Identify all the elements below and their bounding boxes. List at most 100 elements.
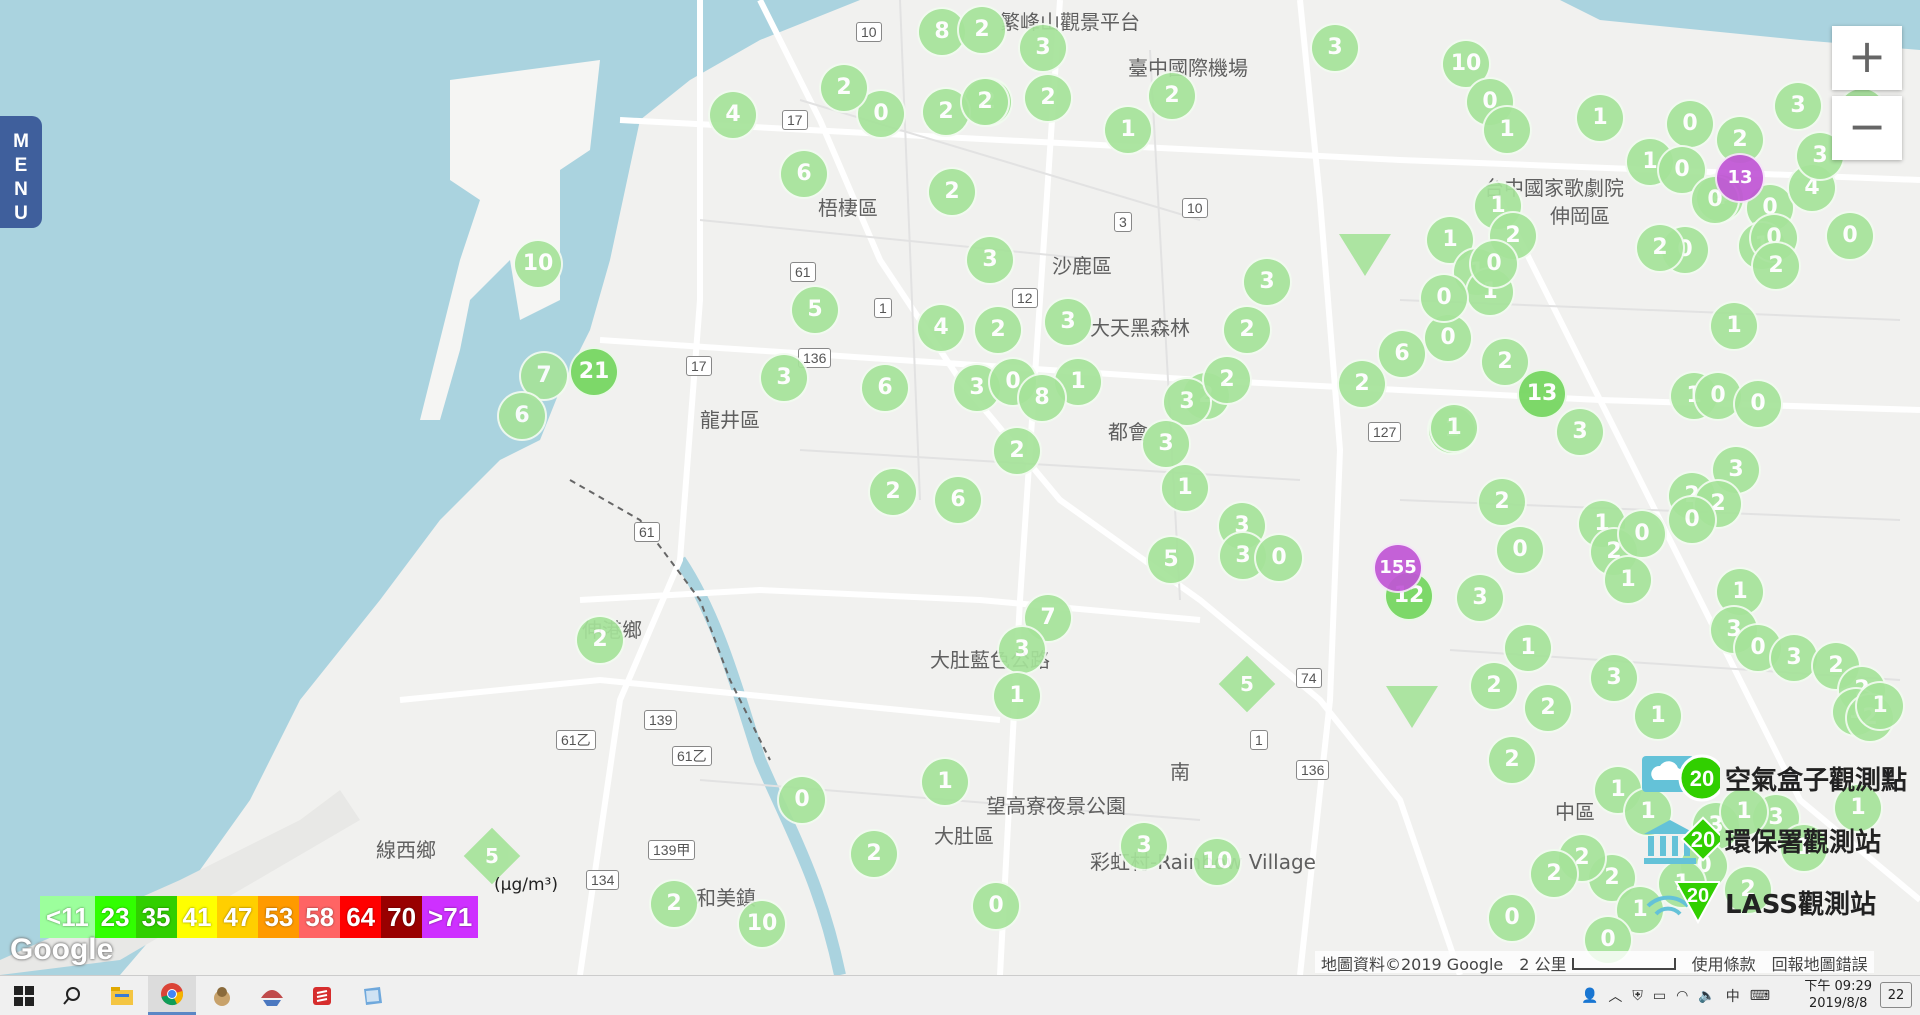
app-icon[interactable]	[248, 976, 296, 1015]
sensor-marker[interactable]: 6	[1377, 329, 1427, 379]
clock[interactable]: 下午 09:29 2019/8/8	[1804, 978, 1872, 1012]
sensor-marker[interactable]: 2	[1202, 355, 1252, 405]
sensor-marker[interactable]: 0	[1665, 99, 1715, 149]
sensor-marker[interactable]: 3	[997, 625, 1047, 675]
sensor-marker[interactable]: 3	[1589, 653, 1639, 703]
sensor-marker[interactable]: 2	[649, 879, 699, 929]
sensor-marker[interactable]: 6	[497, 391, 547, 441]
sensor-marker[interactable]: 3	[1555, 407, 1605, 457]
battery-icon[interactable]: ▭	[1653, 988, 1666, 1004]
lass-station-marker[interactable]	[1386, 686, 1438, 728]
sensor-marker[interactable]: 2	[927, 167, 977, 217]
sensor-marker[interactable]: 2	[1635, 223, 1685, 273]
sensor-marker[interactable]: 2	[1480, 337, 1530, 387]
sensor-marker[interactable]: 6	[860, 363, 910, 413]
sensor-marker[interactable]: 2	[957, 5, 1007, 55]
sensor-marker[interactable]: 5	[1146, 535, 1196, 585]
sensor-marker[interactable]: 2	[1477, 477, 1527, 527]
menu-button[interactable]: MENU	[0, 116, 42, 228]
sensor-marker[interactable]: 0	[1733, 379, 1783, 429]
app-icon[interactable]	[198, 976, 246, 1015]
sensor-marker[interactable]: 1	[1160, 463, 1210, 513]
sensor-marker[interactable]: 3	[1455, 573, 1505, 623]
sensor-marker[interactable]: 2	[992, 426, 1042, 476]
sensor-marker[interactable]: 3	[1018, 23, 1068, 73]
map-canvas[interactable]: 繁峰山觀景平台 臺中國際機場 梧棲區 沙鹿區 龍井區 都會 大肚藍色公路 伸港鄉…	[0, 0, 1920, 975]
sensor-marker[interactable]: 2	[1751, 241, 1801, 291]
sensor-marker[interactable]: 0	[1469, 239, 1519, 289]
sensor-marker[interactable]: 1	[992, 671, 1042, 721]
sensor-marker[interactable]: 3	[1119, 821, 1169, 871]
sensor-marker[interactable]: 1	[1429, 403, 1479, 453]
sensor-marker[interactable]: 3	[1310, 23, 1360, 73]
security-icon[interactable]: ⛨	[1632, 988, 1643, 1004]
app-icon[interactable]	[348, 976, 396, 1015]
sensor-marker[interactable]: 1	[1709, 301, 1759, 351]
search-icon[interactable]	[48, 976, 96, 1015]
keyboard-icon[interactable]: ⌨	[1750, 988, 1770, 1004]
chevron-up-icon[interactable]: ︿	[1608, 986, 1622, 1006]
sensor-marker[interactable]: 1	[1575, 93, 1625, 143]
app-icon[interactable]	[298, 976, 346, 1015]
sensor-marker[interactable]: 2	[868, 467, 918, 517]
sensor-marker[interactable]: 2	[575, 615, 625, 665]
sensor-marker[interactable]: 3	[965, 235, 1015, 285]
sensor-marker[interactable]: 3	[759, 353, 809, 403]
windows-icon[interactable]	[0, 976, 48, 1015]
sensor-marker[interactable]: 2	[973, 305, 1023, 355]
chrome-icon[interactable]	[148, 976, 196, 1015]
sensor-marker[interactable]: 2	[1487, 735, 1537, 785]
sensor-marker[interactable]: 0	[971, 881, 1021, 931]
notification-center-button[interactable]: 22	[1880, 982, 1912, 1008]
sensor-marker[interactable]: 1	[1103, 105, 1153, 155]
sensor-marker[interactable]: 10	[513, 239, 563, 289]
sensor-marker[interactable]: 2	[849, 829, 899, 879]
sensor-marker[interactable]: 2	[1147, 71, 1197, 121]
sensor-marker[interactable]: 1	[920, 757, 970, 807]
sensor-marker[interactable]: 0	[1617, 509, 1667, 559]
sensor-marker[interactable]: 10	[737, 899, 787, 949]
sensor-marker[interactable]: 1	[1503, 623, 1553, 673]
sensor-marker[interactable]: 21	[569, 347, 619, 397]
sensor-marker[interactable]: 1	[1855, 681, 1905, 731]
sensor-marker[interactable]: 2	[1469, 661, 1519, 711]
sensor-marker[interactable]: 4	[708, 90, 758, 140]
sensor-marker-high[interactable]: 155	[1373, 543, 1423, 593]
sensor-marker[interactable]: 0	[1419, 273, 1469, 323]
sensor-marker[interactable]: 3	[1242, 257, 1292, 307]
people-icon[interactable]: 👤	[1581, 988, 1598, 1004]
sensor-marker[interactable]: 2	[960, 77, 1010, 127]
sensor-marker[interactable]: 0	[1825, 211, 1875, 261]
sensor-marker[interactable]: 8	[1017, 373, 1067, 423]
sensor-marker[interactable]: 5	[790, 285, 840, 335]
terms-link[interactable]: 使用條款	[1692, 951, 1756, 974]
sensor-marker[interactable]: 0	[1254, 533, 1304, 583]
epa-station-marker[interactable]: 5	[1218, 655, 1276, 713]
sensor-marker[interactable]: 4	[916, 303, 966, 353]
file-explorer-icon[interactable]	[98, 976, 146, 1015]
sensor-marker[interactable]: 1	[1603, 555, 1653, 605]
sensor-marker[interactable]: 1	[1633, 691, 1683, 741]
sensor-marker[interactable]: 1	[1482, 105, 1532, 155]
sensor-marker[interactable]: 2	[1222, 305, 1272, 355]
sensor-marker[interactable]: 6	[779, 149, 829, 199]
sensor-marker[interactable]: 10	[1192, 837, 1242, 887]
sensor-marker[interactable]: 0	[1487, 893, 1537, 943]
sensor-marker-high[interactable]: 13	[1715, 153, 1765, 203]
sensor-marker[interactable]: 3	[1141, 419, 1191, 469]
sensor-marker[interactable]: 2	[819, 63, 869, 113]
sensor-marker[interactable]: 3	[1043, 297, 1093, 347]
sensor-marker[interactable]: 2	[1523, 683, 1573, 733]
volume-icon[interactable]: 🔈	[1698, 988, 1715, 1004]
sensor-marker[interactable]: 3	[1773, 81, 1823, 131]
sensor-marker[interactable]: 6	[933, 475, 983, 525]
sensor-marker[interactable]: 2	[1529, 849, 1579, 899]
report-error-link[interactable]: 回報地圖錯誤	[1772, 951, 1868, 974]
zoom-out-button[interactable]: −	[1832, 96, 1902, 160]
sensor-marker[interactable]: 0	[1495, 525, 1545, 575]
network-icon[interactable]: ◠	[1676, 988, 1688, 1004]
sensor-marker[interactable]: 0	[1667, 495, 1717, 545]
lass-station-marker[interactable]	[1339, 234, 1391, 276]
sensor-marker[interactable]: 0	[777, 775, 827, 825]
ime-indicator[interactable]: 中	[1726, 986, 1740, 1006]
